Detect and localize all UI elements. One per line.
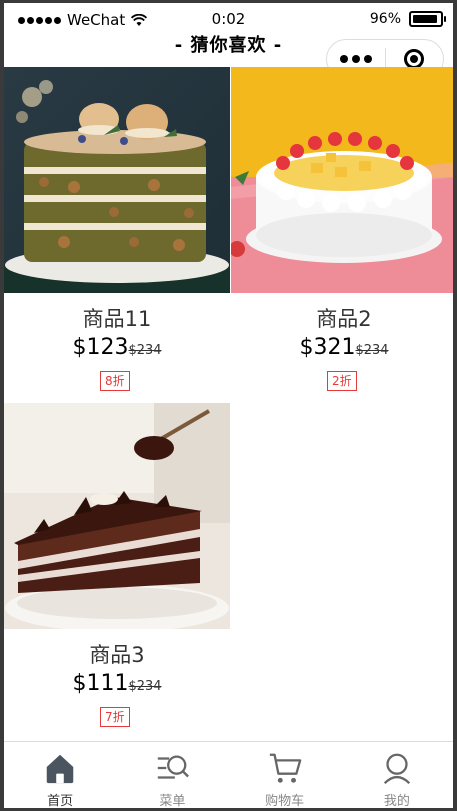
discount-badge: 8折 bbox=[100, 371, 130, 391]
discount-badge: 2折 bbox=[327, 371, 357, 391]
product-card[interactable]: 商品2 $321$234 2折 bbox=[231, 67, 453, 403]
close-miniprogram-button[interactable] bbox=[385, 49, 443, 69]
product-price: $123$234 bbox=[4, 335, 230, 360]
tab-profile[interactable]: 我的 bbox=[341, 742, 453, 808]
product-name: 商品3 bbox=[89, 643, 145, 667]
user-icon bbox=[383, 753, 410, 784]
close-target-icon bbox=[404, 49, 425, 69]
tab-home[interactable]: 首页 bbox=[4, 742, 116, 808]
product-card[interactable]: 商品3 $111$234 7折 bbox=[4, 403, 230, 739]
product-image-matcha-cake[interactable] bbox=[4, 67, 230, 293]
menu-search-icon bbox=[158, 755, 190, 779]
product-card[interactable]: 商品11 $123$234 8折 bbox=[4, 67, 230, 403]
original-price: $234 bbox=[355, 343, 389, 358]
current-price: $111 bbox=[72, 671, 129, 696]
more-options-button[interactable] bbox=[327, 55, 385, 63]
cart-icon bbox=[269, 753, 301, 783]
product-image-fruit-cake[interactable] bbox=[231, 67, 453, 293]
original-price: $234 bbox=[128, 343, 162, 358]
current-price: $321 bbox=[299, 335, 356, 360]
product-name: 商品11 bbox=[82, 307, 152, 331]
tab-label: 首页 bbox=[47, 794, 74, 808]
tab-label: 菜单 bbox=[159, 794, 186, 808]
tab-label: 购物车 bbox=[265, 794, 305, 808]
tab-cart[interactable]: 购物车 bbox=[229, 742, 341, 808]
tab-label: 我的 bbox=[383, 794, 410, 808]
navigation-bar: - 猜你喜欢 - bbox=[4, 25, 453, 79]
product-image-chocolate-cake[interactable] bbox=[4, 403, 230, 629]
product-name: 商品2 bbox=[316, 307, 372, 331]
discount-badge: 7折 bbox=[100, 707, 130, 727]
current-price: $123 bbox=[72, 335, 129, 360]
tab-menu[interactable]: 菜单 bbox=[116, 742, 228, 808]
original-price: $234 bbox=[128, 679, 162, 694]
home-icon bbox=[46, 754, 74, 784]
product-price: $321$234 bbox=[231, 335, 453, 360]
phone-screen: WeChat 0:02 96% - 猜你喜欢 - 商品11 $123$234 8… bbox=[4, 3, 453, 808]
product-price: $111$234 bbox=[4, 671, 230, 696]
bottom-tab-bar: 首页 菜单 购物车 我的 bbox=[4, 741, 453, 808]
